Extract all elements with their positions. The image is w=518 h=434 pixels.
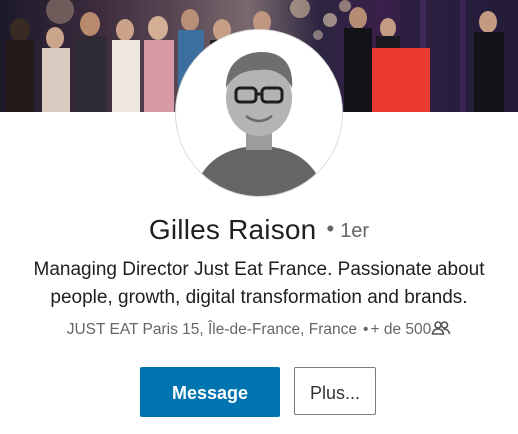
connections-count[interactable]: + de 500	[370, 321, 431, 338]
profile-headline: Managing Director Just Eat France. Passi…	[33, 259, 485, 308]
profile-avatar[interactable]	[176, 30, 342, 196]
more-button[interactable]: Plus...	[294, 367, 376, 415]
message-button[interactable]: Message	[140, 367, 280, 417]
profile-location: JUST EAT Paris 15, Île-de-France, France	[66, 321, 358, 338]
name-separator: •	[326, 216, 335, 241]
name-line: Gilles Raison • 1er	[0, 214, 518, 246]
profile-page: Gilles Raison • 1er Managing Director Just…	[0, 0, 518, 434]
profile-meta: JUST EAT Paris 15, Île-de-France, France…	[0, 321, 518, 339]
meta-separator: •	[363, 321, 369, 338]
connection-degree: 1er	[340, 220, 370, 242]
people-icon	[431, 321, 451, 335]
profile-name: Gilles Raison	[148, 214, 317, 245]
